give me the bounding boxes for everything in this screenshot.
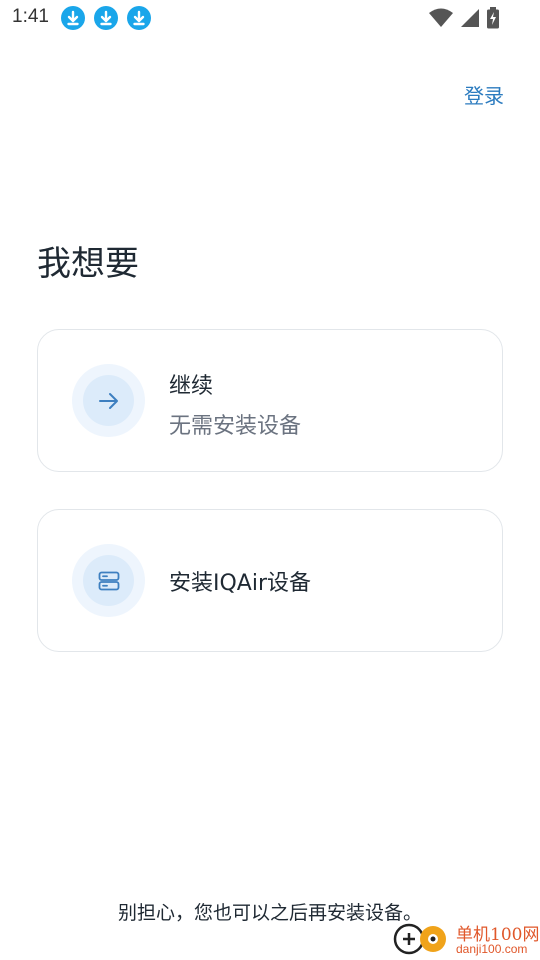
watermark-logo-icon — [393, 923, 446, 955]
page-title: 我想要 — [37, 244, 139, 284]
option-continue-card[interactable]: 继续 无需安装设备 — [37, 329, 503, 472]
status-bar: 1:41 — [0, 0, 540, 36]
login-link[interactable]: 登录 — [464, 80, 504, 109]
arrow-right-icon — [98, 392, 118, 409]
option-install-device-card[interactable]: 安装IQAir设备 — [37, 509, 503, 652]
option-icon-badge — [72, 544, 145, 617]
battery-charging-icon — [487, 7, 499, 29]
download-icon — [127, 6, 151, 30]
status-time: 1:41 — [12, 6, 49, 27]
signal-icon — [461, 9, 479, 27]
device-icon — [98, 571, 119, 590]
option-icon-badge — [72, 364, 145, 437]
option-subtitle: 无需安装设备 — [169, 414, 302, 439]
option-title: 继续 — [169, 374, 214, 399]
download-icon — [94, 6, 118, 30]
watermark: 单机100网 danji100.com — [390, 918, 540, 960]
wifi-icon — [429, 8, 453, 27]
watermark-domain: danji100.com — [456, 942, 528, 956]
download-icon — [61, 6, 85, 30]
option-title: 安装IQAir设备 — [169, 571, 312, 596]
